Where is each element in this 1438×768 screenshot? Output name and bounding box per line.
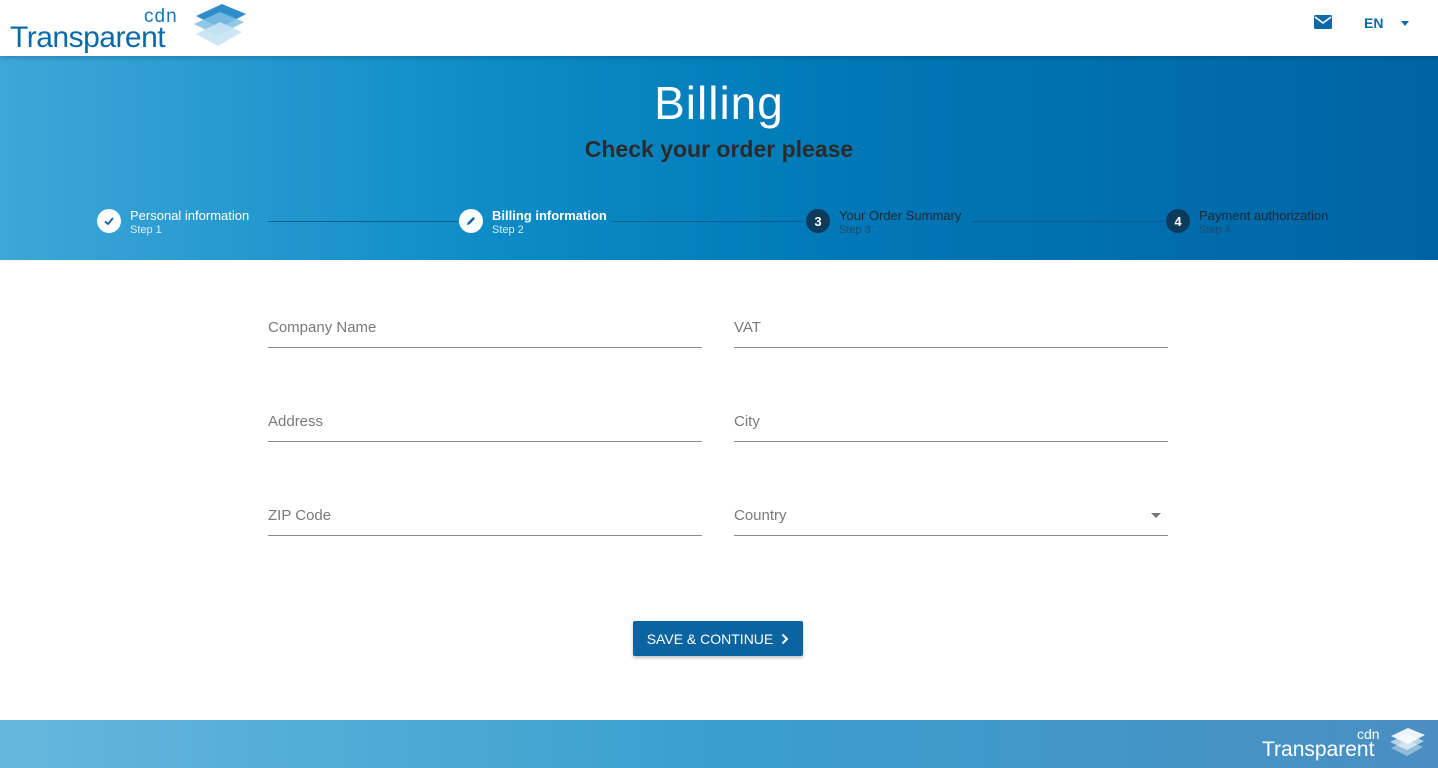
company-name-field[interactable]	[268, 308, 702, 348]
logo-layers-icon	[194, 4, 246, 46]
step-number-label: Step 2	[492, 224, 524, 236]
hero-banner: Billing Check your order please Personal…	[0, 56, 1438, 260]
logo-word-text: Transparent	[10, 21, 166, 54]
step-order-summary[interactable]: 3 Your Order Summary Step 3	[806, 209, 961, 237]
brand-logo[interactable]: cdn Transparent	[10, 2, 250, 54]
chevron-down-icon	[1401, 20, 1410, 26]
stepper-connector	[972, 221, 1164, 222]
step-number-label: Step 3	[839, 224, 871, 236]
step-label: Personal information	[130, 208, 250, 223]
page-subtitle: Check your order please	[584, 136, 854, 162]
address-field[interactable]	[268, 402, 702, 442]
stepper-connector	[612, 221, 804, 222]
company-name-input[interactable]	[268, 308, 702, 346]
city-input[interactable]	[734, 402, 1168, 440]
step-label: Billing information	[492, 208, 607, 223]
city-field[interactable]	[734, 402, 1168, 442]
stepper: Personal information Step 1 Billing info…	[0, 204, 1438, 244]
footer: cdn Transparent	[0, 720, 1438, 768]
language-selector[interactable]: EN	[1364, 15, 1410, 31]
step-number-label: Step 1	[130, 224, 162, 236]
step-number-badge: 4	[1166, 209, 1190, 233]
step-personal-information[interactable]: Personal information Step 1	[97, 209, 249, 237]
save-continue-button[interactable]: SAVE & CONTINUE	[633, 621, 803, 656]
step-number-label: Step 4	[1199, 224, 1231, 236]
chevron-down-icon[interactable]	[1151, 513, 1161, 518]
page-title: Billing	[654, 77, 784, 129]
chevron-right-icon	[782, 633, 789, 644]
pencil-icon	[459, 209, 483, 233]
step-payment-authorization[interactable]: 4 Payment authorization Step 4	[1166, 209, 1328, 237]
country-select[interactable]	[734, 496, 1168, 536]
step-billing-information[interactable]: Billing information Step 2	[459, 209, 607, 237]
step-label: Payment authorization	[1199, 208, 1329, 223]
footer-logo-word-text: Transparent	[1262, 738, 1375, 761]
vat-field[interactable]	[734, 308, 1168, 348]
save-continue-label: SAVE & CONTINUE	[646, 630, 774, 647]
zip-code-field[interactable]	[268, 496, 702, 536]
footer-logo[interactable]: cdn Transparent	[1260, 724, 1430, 764]
vat-input[interactable]	[734, 308, 1168, 346]
language-label: EN	[1364, 15, 1384, 31]
step-label: Your Order Summary	[839, 208, 962, 223]
stepper-connector	[268, 221, 458, 222]
mail-icon[interactable]	[1313, 14, 1333, 30]
logo-layers-icon	[1390, 728, 1425, 756]
step-number-badge: 3	[806, 209, 830, 233]
top-bar: cdn Transparent EN	[0, 0, 1438, 56]
country-input[interactable]	[734, 496, 1168, 534]
zip-code-input[interactable]	[268, 496, 702, 534]
check-icon	[97, 209, 121, 233]
address-input[interactable]	[268, 402, 702, 440]
